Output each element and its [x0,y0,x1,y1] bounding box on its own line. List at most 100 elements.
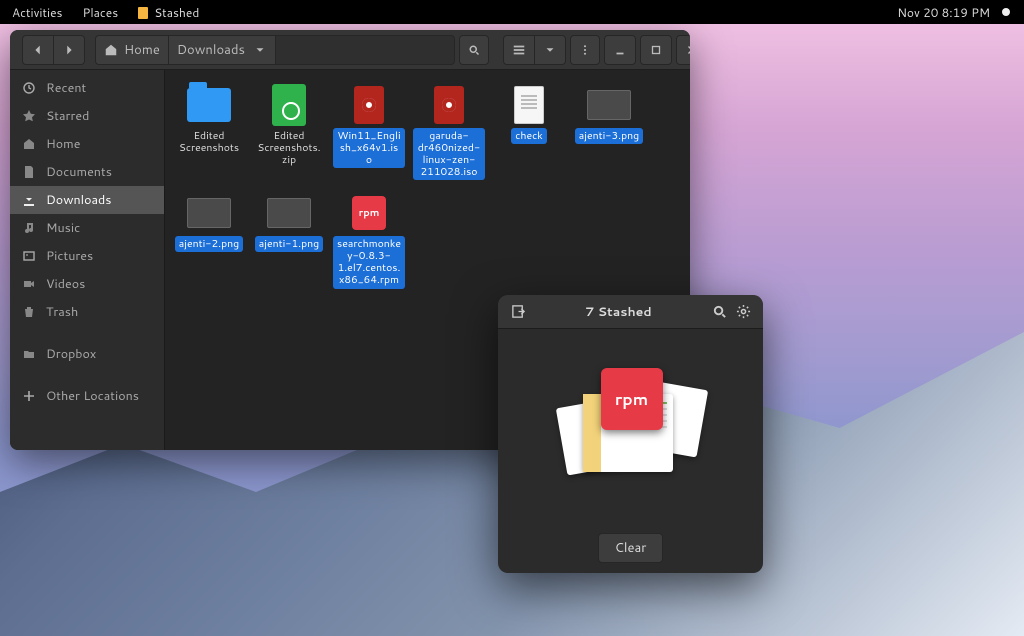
path-remainder[interactable] [275,35,455,65]
minimize-button[interactable] [604,35,636,65]
file-item[interactable]: ajenti-1.png [253,192,325,288]
stashed-indicator[interactable]: Stashed [138,4,199,21]
places-menu[interactable]: Places [83,4,119,21]
view-toggle-button[interactable] [503,35,534,65]
stashed-indicator-label: Stashed [154,4,199,21]
sidebar-item-videos[interactable]: Videos [10,270,164,298]
file-item[interactable]: Edited Screenshots.zip [253,84,325,180]
path-home[interactable]: Home [95,35,168,65]
sidebar-item-label: Dropbox [46,345,96,363]
rpm-icon: rpm [346,192,392,234]
img-icon [186,192,232,234]
sidebar-item-other-locations[interactable]: Other Locations [10,382,164,410]
file-label: Edited Screenshots.zip [253,128,325,168]
sidebar-item-label: Music [46,219,80,237]
sidebar-item-label: Starred [46,107,89,125]
file-item[interactable]: Win11_English_x64v1.iso [333,84,405,180]
file-item[interactable]: garuda-dr460nized-linux-zen-211028.iso [413,84,485,180]
stash-thumb-rpm: rpm [601,368,663,430]
folder-icon [22,347,36,361]
sidebar-item-label: Pictures [46,247,93,265]
clock[interactable]: Nov 20 8:19 PM [897,4,990,21]
chevron-down-icon [253,43,267,57]
sidebar-item-label: Documents [46,163,112,181]
hamburger-menu-button[interactable] [570,35,600,65]
sidebar-item-trash[interactable]: Trash [10,298,164,326]
file-item[interactable]: Edited Screenshots [173,84,245,180]
home-icon [104,43,118,57]
video-icon [22,277,36,291]
stash-headerbar: 7 Stashed [498,295,763,329]
gear-icon [736,304,751,319]
text-icon [506,84,552,126]
view-dropdown-button[interactable] [534,35,566,65]
stash-title: 7 Stashed [530,303,707,321]
music-icon [22,221,36,235]
stash-search-button[interactable] [707,300,731,324]
file-item[interactable]: ajenti-3.png [573,84,645,180]
sidebar-item-music[interactable]: Music [10,214,164,242]
path-home-label: Home [124,41,160,59]
close-button[interactable] [676,35,690,65]
img-icon [586,84,632,126]
clear-button[interactable]: Clear [598,533,664,563]
stash-unstash-button[interactable] [506,300,530,324]
file-label: Win11_English_x64v1.iso [333,128,405,168]
zip-icon [266,84,312,126]
path-current-label: Downloads [177,41,245,59]
sidebar-item-label: Home [46,135,80,153]
folder-icon [186,84,232,126]
file-item[interactable]: rpmsearchmonkey-0.8.3-1.el7.centos.x86_6… [333,192,405,288]
kebab-icon [579,43,591,57]
path-current[interactable]: Downloads [168,35,275,65]
sidebar-item-downloads[interactable]: Downloads [10,186,164,214]
stash-icon [138,7,148,19]
file-item[interactable]: check [493,84,565,180]
clock-icon [22,81,36,95]
maximize-button[interactable] [640,35,672,65]
sidebar-item-pictures[interactable]: Pictures [10,242,164,270]
file-item[interactable]: ajenti-2.png [173,192,245,288]
chevron-down-icon [543,43,557,57]
download-icon [22,193,36,207]
file-label: garuda-dr460nized-linux-zen-211028.iso [413,128,485,180]
search-button[interactable] [459,35,489,65]
list-view-icon [512,43,526,57]
picture-icon [22,249,36,263]
search-icon [712,304,727,319]
file-label: check [511,128,547,144]
file-label: ajenti-2.png [175,236,243,252]
file-label: ajenti-1.png [255,236,323,252]
sidebar-item-dropbox[interactable]: Dropbox [10,340,164,368]
star-icon [22,109,36,123]
sidebar-item-label: Other Locations [46,387,139,405]
plus-icon [22,389,36,403]
sidebar-item-label: Downloads [46,191,111,209]
export-icon [511,304,526,319]
trash-icon [22,305,36,319]
sidebar-item-label: Videos [46,275,85,293]
activities-button[interactable]: Activities [12,4,63,21]
system-menu-icon[interactable] [1002,8,1010,16]
search-icon [468,43,480,57]
file-label: ajenti-3.png [575,128,643,144]
file-label: searchmonkey-0.8.3-1.el7.centos.x86_64.r… [333,236,405,288]
stash-window: 7 Stashed rpm Clear [498,295,763,573]
img-icon [266,192,312,234]
stash-pile[interactable]: rpm [498,329,763,523]
gnome-topbar: Activities Places Stashed Nov 20 8:19 PM [0,0,1024,24]
sidebar-item-home[interactable]: Home [10,130,164,158]
sidebar-item-recent[interactable]: Recent [10,74,164,102]
sidebar-item-starred[interactable]: Starred [10,102,164,130]
back-button[interactable] [22,35,53,65]
home-icon [22,137,36,151]
stash-settings-button[interactable] [731,300,755,324]
forward-button[interactable] [53,35,85,65]
sidebar-item-documents[interactable]: Documents [10,158,164,186]
sidebar-item-label: Trash [46,303,78,321]
doc-icon [22,165,36,179]
headerbar: Home Downloads [10,30,690,70]
file-label: Edited Screenshots [173,128,245,156]
disc-icon [346,84,392,126]
disc-icon [426,84,472,126]
